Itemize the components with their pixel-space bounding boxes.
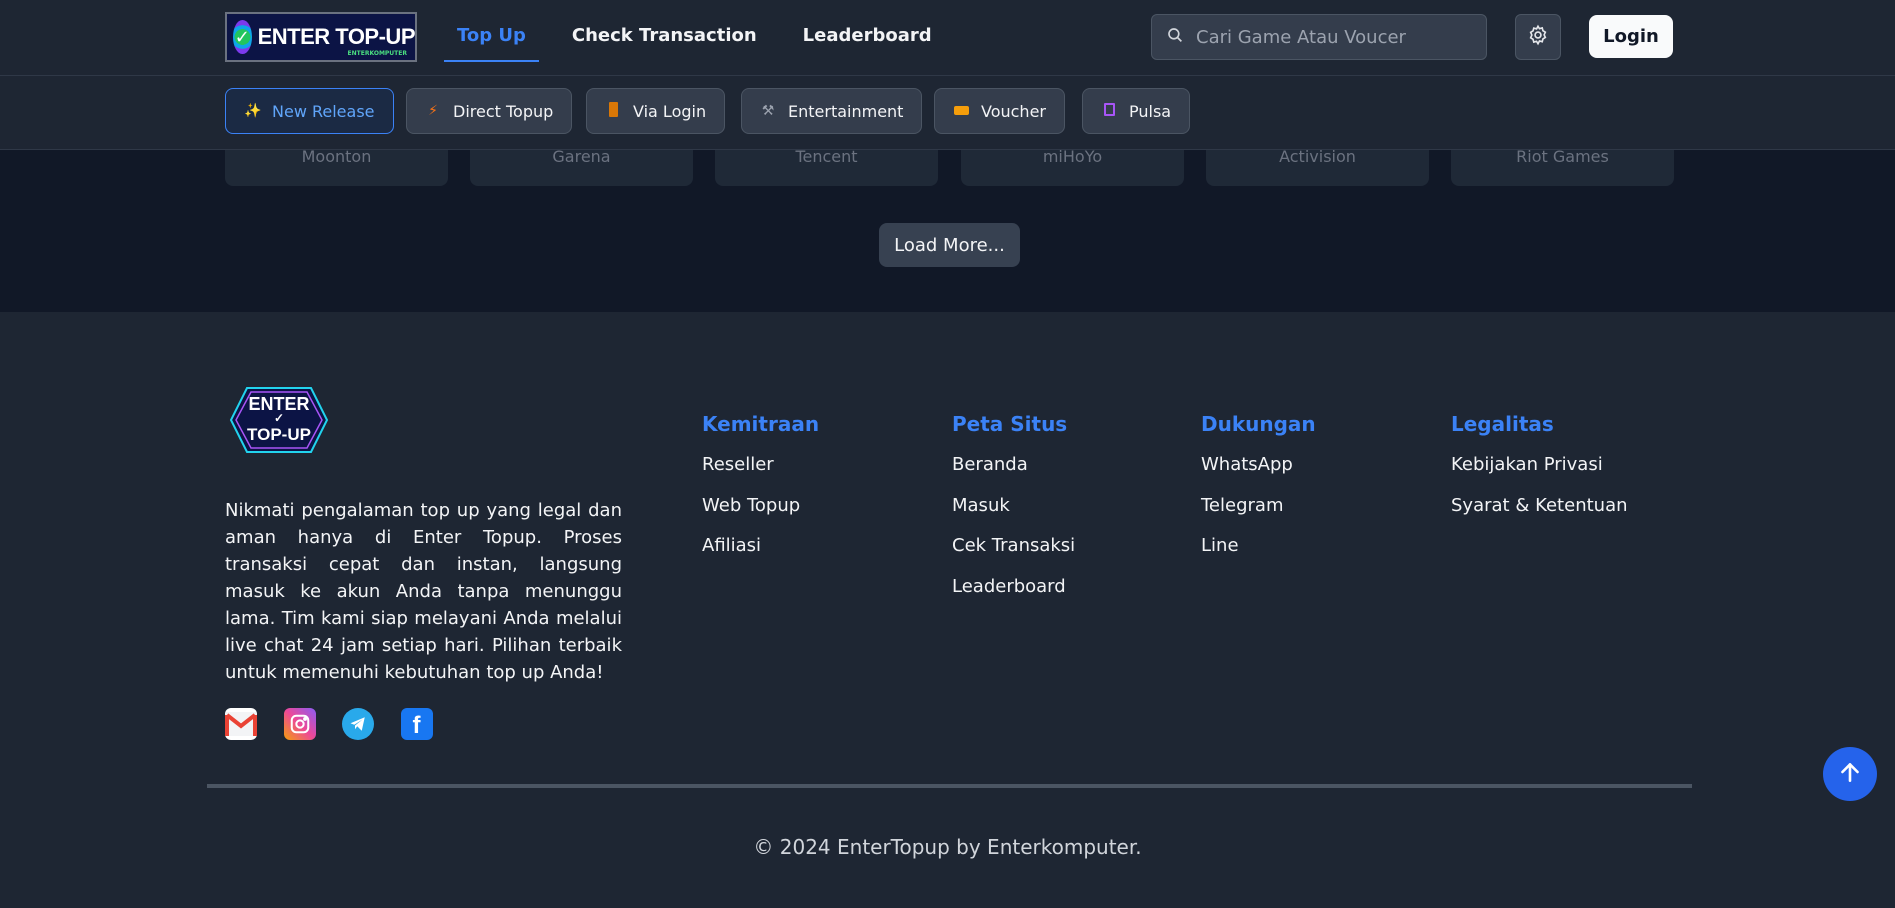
settings-button[interactable] — [1515, 14, 1561, 60]
footer-link-web-topup[interactable]: Web Topup — [702, 494, 819, 535]
nav-leaderboard[interactable]: Leaderboard — [790, 0, 945, 62]
footer-link-cek-transaksi[interactable]: Cek Transaksi — [952, 534, 1075, 575]
search-input[interactable] — [1196, 26, 1476, 48]
category-label: New Release — [272, 101, 375, 121]
footer-link-reseller[interactable]: Reseller — [702, 453, 819, 494]
category-new-release[interactable]: ✨ New Release — [225, 88, 394, 134]
publisher-section: Moonton Garena Tencent miHoYo Activision… — [0, 149, 1895, 312]
category-bar: ✨ New Release ⚡ Direct Topup Via Login ⚒… — [0, 77, 1895, 150]
footer-column-title: Dukungan — [1201, 412, 1316, 436]
footer-column-title: Peta Situs — [952, 412, 1068, 436]
footer-column-kemitraan: Kemitraan Reseller Web Topup Afiliasi — [702, 412, 819, 575]
footer-column-dukungan: Dukungan WhatsApp Telegram Line — [1201, 412, 1316, 575]
footer-column-peta-situs: Peta Situs Beranda Masuk Cek Transaksi L… — [952, 412, 1075, 615]
logo-subtext: ENTERKOMPUTER — [347, 50, 407, 57]
publisher-card-garena[interactable]: Garena — [470, 149, 693, 186]
category-label: Via Login — [633, 101, 707, 121]
hammer-icon: ⚒ — [761, 103, 775, 119]
footer-link-leaderboard[interactable]: Leaderboard — [952, 575, 1075, 616]
footer-logo-bottom: TOP-UP — [247, 425, 311, 444]
search-box — [1151, 14, 1487, 60]
footer-column-title: Legalitas — [1451, 412, 1554, 436]
site-logo[interactable]: ✓ ENTER TOP-UP ENTERKOMPUTER — [225, 12, 417, 62]
bolt-icon: ⚡ — [428, 103, 438, 119]
footer-link-kebijakan-privasi[interactable]: Kebijakan Privasi — [1451, 453, 1628, 494]
footer-link-beranda[interactable]: Beranda — [952, 453, 1075, 494]
door-icon — [605, 101, 621, 121]
category-via-login[interactable]: Via Login — [586, 88, 726, 134]
footer-description: Nikmati pengalaman top up yang legal dan… — [225, 500, 622, 683]
category-label: Entertainment — [788, 101, 904, 121]
load-more-button[interactable]: Load More... — [879, 223, 1020, 267]
logo-text: ENTER TOP-UP — [257, 24, 415, 49]
logo-check-icon: ✓ — [233, 20, 252, 54]
publisher-card-activision[interactable]: Activision — [1206, 149, 1429, 186]
gmail-icon[interactable] — [225, 708, 257, 740]
footer-column-title: Kemitraan — [702, 412, 820, 436]
search-icon — [1166, 26, 1184, 48]
publisher-card-riot-games[interactable]: Riot Games — [1451, 149, 1674, 186]
footer-link-line[interactable]: Line — [1201, 534, 1316, 575]
category-label: Voucher — [981, 101, 1046, 121]
publisher-card-mihoyo[interactable]: miHoYo — [961, 149, 1184, 186]
category-label: Direct Topup — [453, 101, 554, 121]
instagram-icon[interactable] — [283, 708, 316, 740]
category-direct-topup[interactable]: ⚡ Direct Topup — [406, 88, 573, 134]
scroll-to-top-button[interactable] — [1823, 747, 1877, 801]
category-label: Pulsa — [1129, 101, 1172, 121]
footer-column-legalitas: Legalitas Kebijakan Privasi Syarat & Ket… — [1451, 412, 1628, 534]
abacus-icon — [1101, 102, 1117, 120]
svg-text:✓: ✓ — [274, 411, 284, 425]
facebook-icon[interactable]: f — [400, 708, 433, 740]
footer-link-syarat-ketentuan[interactable]: Syarat & Ketentuan — [1451, 494, 1628, 535]
footer-link-whatsapp[interactable]: WhatsApp — [1201, 453, 1316, 494]
footer-link-telegram[interactable]: Telegram — [1201, 494, 1316, 535]
sparkles-icon: ✨ — [244, 103, 262, 119]
publisher-card-moonton[interactable]: Moonton — [225, 149, 448, 186]
category-voucher[interactable]: Voucher — [934, 88, 1065, 134]
footer-link-masuk[interactable]: Masuk — [952, 494, 1075, 535]
gear-icon — [1527, 24, 1549, 50]
category-pulsa[interactable]: Pulsa — [1082, 88, 1191, 134]
nav-check-transaction[interactable]: Check Transaction — [559, 0, 770, 62]
footer-divider — [207, 784, 1692, 788]
telegram-icon[interactable] — [342, 708, 374, 740]
ticket-icon — [953, 103, 969, 119]
copyright-text: © 2024 EnterTopup by Enterkomputer. — [753, 835, 1142, 859]
footer-logo: ENTER ✓ TOP-UP — [229, 380, 329, 460]
publisher-card-tencent[interactable]: Tencent — [715, 149, 938, 186]
top-header: ✓ ENTER TOP-UP ENTERKOMPUTER Top Up Chec… — [0, 0, 1895, 76]
arrow-up-icon — [1837, 759, 1863, 789]
social-links: f — [225, 708, 459, 740]
login-button[interactable]: Login — [1589, 15, 1673, 58]
category-entertainment[interactable]: ⚒ Entertainment — [741, 88, 923, 134]
main-nav: Top Up Check Transaction Leaderboard — [444, 0, 965, 76]
footer-link-afiliasi[interactable]: Afiliasi — [702, 534, 819, 575]
nav-top-up[interactable]: Top Up — [444, 0, 539, 62]
